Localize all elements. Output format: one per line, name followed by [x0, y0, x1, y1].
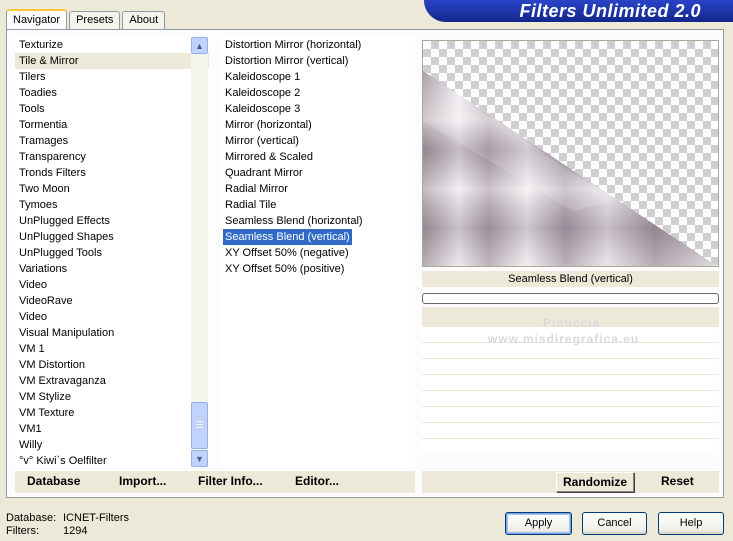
scroll-down-icon[interactable]: ▼: [191, 450, 208, 467]
filter-item[interactable]: Seamless Blend (horizontal): [221, 213, 415, 229]
randomize-button[interactable]: Randomize: [556, 472, 635, 492]
filter-item-label: Quadrant Mirror: [225, 167, 303, 179]
param-row: [422, 406, 719, 422]
filter-item-label: Mirrored & Scaled: [225, 151, 314, 163]
progress-bar: [422, 293, 719, 304]
database-info: Database: ICNET-Filters Filters: 1294: [6, 512, 129, 538]
database-value: ICNET-Filters: [63, 512, 129, 524]
scroll-up-icon[interactable]: ▲: [191, 37, 208, 54]
list-button-bar: Database Import... Filter Info... Editor…: [15, 471, 415, 493]
import-button[interactable]: Import...: [119, 474, 166, 488]
filter-item-label: Kaleidoscope 2: [225, 87, 301, 99]
category-item[interactable]: Two Moon: [15, 181, 209, 197]
help-button[interactable]: Help: [658, 512, 724, 535]
filters-count: 1294: [63, 525, 88, 537]
category-item[interactable]: Transparency: [15, 149, 209, 165]
filter-info-button[interactable]: Filter Info...: [198, 474, 263, 488]
navigator-panel: Texturize Tile & Mirror Tilers Toadies Tools…: [6, 29, 724, 498]
param-row: [422, 374, 719, 390]
filter-item-label: Mirror (horizontal): [225, 119, 312, 131]
category-item[interactable]: Visual Manipulation: [15, 325, 209, 341]
category-item[interactable]: VM Texture: [15, 405, 209, 421]
filter-item[interactable]: Radial Tile: [221, 197, 415, 213]
category-item[interactable]: Tronds Filters: [15, 165, 209, 181]
filter-item-label: Kaleidoscope 3: [225, 103, 301, 115]
filter-item[interactable]: Mirror (vertical): [221, 133, 415, 149]
category-item[interactable]: Tormentia: [15, 117, 209, 133]
category-item[interactable]: Tile & Mirror: [15, 53, 209, 69]
filter-item[interactable]: Radial Mirror: [221, 181, 415, 197]
database-button[interactable]: Database: [27, 474, 80, 488]
preview-image: [423, 71, 717, 266]
filters-label: Filters:: [6, 525, 39, 537]
category-item[interactable]: UnPlugged Tools: [15, 245, 209, 261]
tab-strip: Navigator Presets About: [6, 9, 167, 31]
filter-item-label: Distortion Mirror (horizontal): [225, 39, 362, 51]
category-item[interactable]: Toadies: [15, 85, 209, 101]
param-row: [422, 438, 719, 454]
category-item[interactable]: UnPlugged Effects: [15, 213, 209, 229]
filter-item[interactable]: Quadrant Mirror: [221, 165, 415, 181]
param-row: [422, 422, 719, 438]
filter-item[interactable]: Distortion Mirror (vertical): [221, 53, 415, 69]
param-row: [422, 358, 719, 374]
grip-icon: [196, 421, 203, 428]
preview-button-bar: Randomize Reset: [422, 471, 719, 493]
category-item[interactable]: Texturize: [15, 37, 209, 53]
tab-presets[interactable]: Presets: [69, 11, 121, 30]
filter-item-label: XY Offset 50% (positive): [225, 263, 345, 275]
category-item[interactable]: Tools: [15, 101, 209, 117]
title-banner: Filters Unlimited 2.0: [424, 0, 733, 22]
category-item[interactable]: VM 1: [15, 341, 209, 357]
category-item[interactable]: Variations: [15, 261, 209, 277]
category-item[interactable]: VideoRave: [15, 293, 209, 309]
category-scrollbar[interactable]: ▲ ▼: [191, 37, 208, 467]
preview-canvas: [422, 40, 719, 267]
filter-item-label: Seamless Blend (horizontal): [225, 215, 363, 227]
filter-item-label: XY Offset 50% (negative): [225, 247, 349, 259]
filter-item[interactable]: XY Offset 50% (negative): [221, 245, 415, 261]
filter-list[interactable]: Distortion Mirror (horizontal) Distortion…: [221, 37, 415, 467]
filter-item[interactable]: XY Offset 50% (positive): [221, 261, 415, 277]
tab-navigator[interactable]: Navigator: [6, 9, 68, 31]
filter-item[interactable]: Seamless Blend (vertical): [221, 228, 415, 246]
filter-item[interactable]: Mirror (horizontal): [221, 117, 415, 133]
filter-item[interactable]: Mirrored & Scaled: [221, 149, 415, 165]
category-item[interactable]: VM Distortion: [15, 357, 209, 373]
filter-item[interactable]: Kaleidoscope 1: [221, 69, 415, 85]
watermark-name: Pinuccia: [543, 316, 601, 330]
category-item[interactable]: Tymoes: [15, 197, 209, 213]
category-item[interactable]: UnPlugged Shapes: [15, 229, 209, 245]
cancel-button[interactable]: Cancel: [582, 512, 647, 535]
category-item[interactable]: Willy: [15, 437, 209, 453]
param-row: [422, 390, 719, 406]
category-item[interactable]: Video: [15, 309, 209, 325]
apply-button[interactable]: Apply: [505, 512, 572, 535]
filter-item-label: Seamless Blend (vertical): [222, 228, 353, 246]
app-title: Filters Unlimited 2.0: [519, 1, 701, 21]
category-item[interactable]: Video: [15, 277, 209, 293]
category-item[interactable]: VM1: [15, 421, 209, 437]
category-list[interactable]: Texturize Tile & Mirror Tilers Toadies Tools…: [15, 37, 209, 467]
tab-about[interactable]: About: [122, 11, 166, 30]
editor-button[interactable]: Editor...: [295, 474, 339, 488]
scroll-thumb[interactable]: [191, 402, 208, 449]
category-item[interactable]: VM Extravaganza: [15, 373, 209, 389]
database-label: Database:: [6, 512, 57, 524]
current-filter-name: Seamless Blend (vertical): [422, 271, 719, 287]
filter-item[interactable]: Kaleidoscope 2: [221, 85, 415, 101]
filter-item-label: Radial Mirror: [225, 183, 288, 195]
category-item[interactable]: VM Stylize: [15, 389, 209, 405]
filter-item-label: Radial Tile: [225, 199, 277, 211]
filter-item[interactable]: Kaleidoscope 3: [221, 101, 415, 117]
filter-item-label: Mirror (vertical): [225, 135, 299, 147]
filter-item-label: Distortion Mirror (vertical): [225, 55, 349, 67]
filter-item-label: Kaleidoscope 1: [225, 71, 301, 83]
category-item[interactable]: Tilers: [15, 69, 209, 85]
reset-button[interactable]: Reset: [661, 474, 694, 488]
filter-item[interactable]: Distortion Mirror (horizontal): [221, 37, 415, 53]
category-item[interactable]: Tramages: [15, 133, 209, 149]
watermark-url: www.misdiregrafica.eu: [488, 332, 640, 346]
category-item[interactable]: °v° Kiwi`s Oelfilter: [15, 453, 209, 469]
